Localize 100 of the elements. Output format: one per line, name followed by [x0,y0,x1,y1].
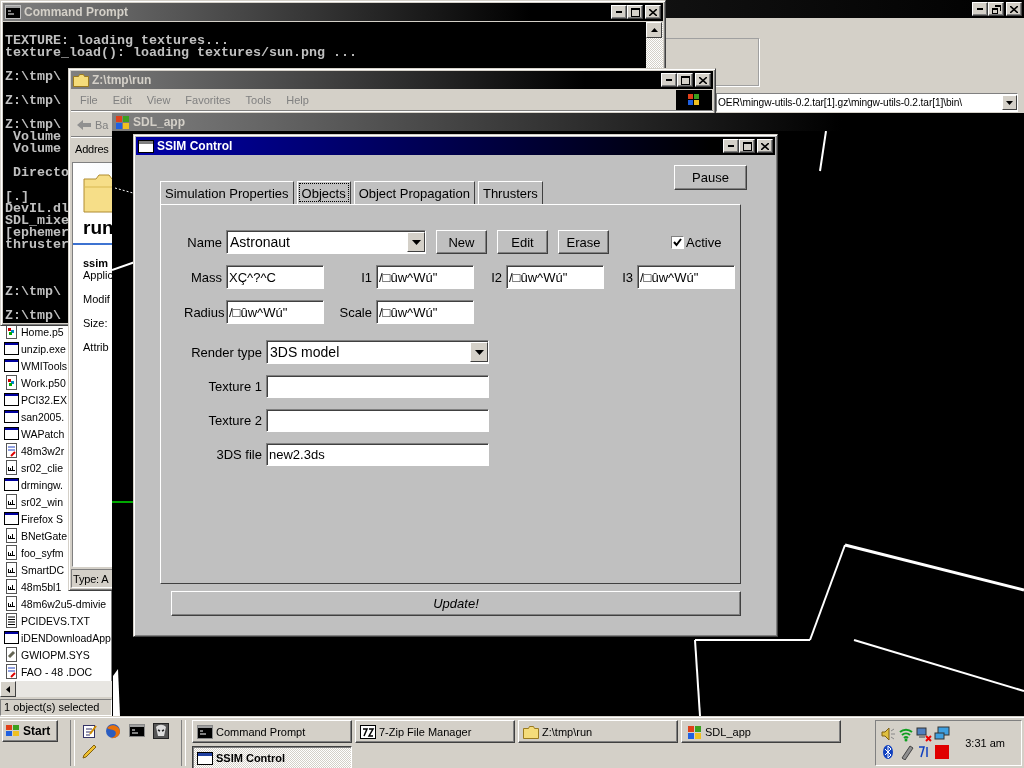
pencil-icon[interactable] [81,744,97,760]
input-field[interactable]: /□ûw^Wú" [226,300,324,324]
file-name-entry[interactable]: SmartDC [4,561,65,578]
input-field[interactable]: /□ûw^Wú" [376,265,474,289]
maximize-button[interactable] [627,5,643,19]
file-name-entry[interactable]: drmingw. [4,476,63,493]
name-dropdown[interactable]: Astronaut [226,230,426,254]
field-label: Mass [189,269,222,285]
file-name-entry[interactable]: sr02_win [4,493,64,510]
window-title: SDL_app [133,115,185,129]
input-field[interactable] [266,409,489,432]
field-label: Texture 2 [207,413,262,428]
tab[interactable]: Thrusters [477,181,543,204]
mask-icon[interactable] [153,723,169,739]
minimize-icon [977,8,983,10]
console-line: Z:\tmp\ [5,310,61,322]
minimize-button[interactable] [611,5,627,19]
maximize-icon [742,141,752,151]
file-name-entry[interactable]: PCIDEVS.TXT [4,612,90,629]
file-name-entry[interactable]: unzip.exe [4,340,66,357]
minimize-button[interactable] [661,73,677,87]
field-label: Texture 1 [207,379,262,394]
file-name-entry[interactable]: BNetGate [4,527,68,544]
speaker-icon[interactable] [880,726,896,742]
field-label: I1 [360,269,372,285]
file-name-entry[interactable]: PCI32.EX [4,391,68,408]
document-icon [4,596,19,611]
close-button[interactable] [645,5,661,19]
file-name-entry[interactable]: Work.p50 [4,374,66,391]
render-type-dropdown[interactable]: 3DS model [266,340,489,364]
taskbar-button[interactable]: Z:\tmp\run [518,720,678,743]
globe-icon[interactable] [105,723,121,739]
file-name-entry[interactable]: foo_syfm [4,544,64,561]
window-icon [4,341,19,356]
window-title: Command Prompt [24,5,128,19]
tab[interactable]: Object Propagation [353,181,475,204]
minimize-button[interactable] [723,139,739,153]
close-button[interactable] [1006,2,1022,16]
file-name-entry[interactable]: 48m3w2r [4,442,65,459]
file-name-entry[interactable]: 48m6w2u5-dmivie [4,595,107,612]
notepad-icon[interactable] [81,723,97,739]
input-field[interactable]: /□ûw^Wú" [506,265,604,289]
pause-button[interactable]: Pause [674,165,747,190]
active-checkbox[interactable] [671,235,684,249]
input-field[interactable] [266,375,489,398]
start-button[interactable]: Start [2,720,58,742]
address-field[interactable]: OER\mingw-utils-0.2.tar[1].gz\mingw-utils-0.2.tar[1]\bin\ [716,93,1018,112]
document-icon [4,562,19,577]
document-icon [4,579,19,594]
clock: 3:31 am [965,737,1005,749]
tab[interactable]: Objects [296,181,351,204]
input-field[interactable]: /□ûw^Wú" [376,300,474,324]
action-button[interactable]: Erase [558,230,609,254]
caret-icon [411,239,421,245]
windows-logo-icon [6,725,20,737]
taskbar-button[interactable]: Command Prompt [192,720,352,743]
settings-file-icon [4,647,19,662]
maximize-button[interactable] [677,73,693,87]
close-button[interactable] [757,139,773,153]
horizontal-scrollbar[interactable] [0,681,112,697]
input-field[interactable]: /□ûw^Wú" [637,265,735,289]
file-name-entry[interactable]: GWIOPM.SYS [4,646,90,663]
file-name-entry[interactable]: Firefox S [4,510,63,527]
taskbar-button[interactable]: SDL_app [681,720,841,743]
file-name-entry[interactable]: iDENDownloadApp [4,629,111,646]
input-field[interactable]: new2.3ds [266,443,489,466]
folder-icon [523,724,539,739]
file-name-entry[interactable]: FAO - 48 .DOC [4,663,93,680]
detail-text: Attrib [83,341,109,353]
windows-logo-icon [676,90,712,110]
action-button[interactable]: New [436,230,487,254]
maximize-button[interactable] [739,139,755,153]
console-icon[interactable] [129,723,145,739]
console-line: [.] [5,191,29,203]
minimize-button[interactable] [972,2,988,16]
restore-button[interactable] [988,2,1004,16]
action-button[interactable]: Edit [497,230,548,254]
file-name-entry[interactable]: WAPatch [4,425,65,442]
taskbar-button[interactable]: SSIM Control [192,746,352,768]
detail-text: Size: [83,317,108,329]
window-icon [4,426,19,441]
computer-icon[interactable] [934,726,950,742]
window-icon [4,477,19,492]
update-button[interactable]: Update! [171,591,741,616]
stop-icon[interactable] [934,744,950,760]
file-name-entry[interactable]: sr02_clie [4,459,64,476]
network-icon[interactable] [916,726,932,742]
window-icon [4,392,19,407]
taskbar-button[interactable]: 7-Zip File Manager [355,720,515,743]
file-name-entry[interactable]: WMITools [4,357,68,374]
text-file-icon [4,613,19,628]
close-button[interactable] [695,73,711,87]
file-name-entry[interactable]: san2005. [4,408,65,425]
detail-text: ssim [83,257,109,269]
file-name-entry[interactable]: 48m5bl1 [4,578,62,595]
field-label: Name [186,234,222,250]
window-icon [4,511,19,526]
bluetooth-icon[interactable] [880,744,896,760]
tab[interactable]: Simulation Properties [160,181,294,204]
input-field[interactable]: XÇ^?^C [226,265,324,289]
